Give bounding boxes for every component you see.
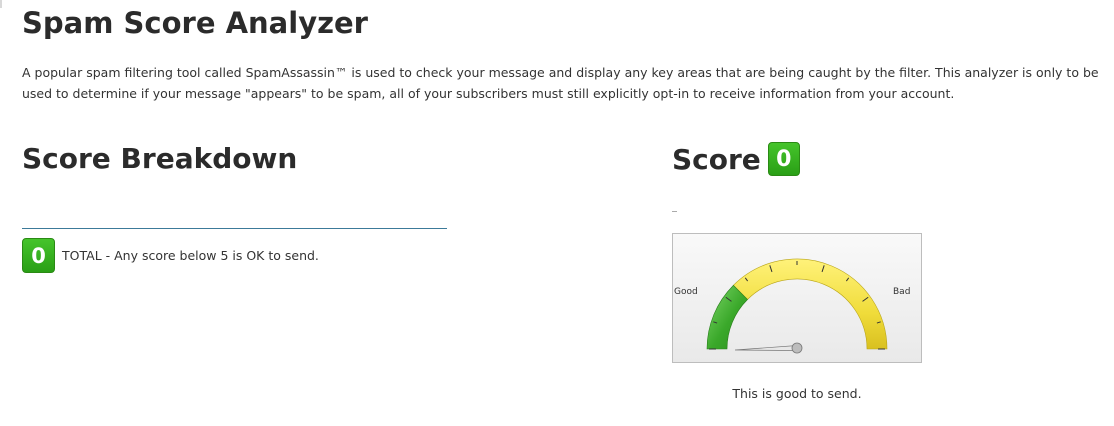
left-edge-mark <box>0 0 2 8</box>
score-heading: Score 0 <box>672 142 800 176</box>
gauge-bad-label: Bad <box>893 287 910 297</box>
total-score-badge: 0 <box>22 238 55 273</box>
total-row: 0 TOTAL - Any score below 5 is OK to sen… <box>22 238 319 273</box>
score-heading-label: Score <box>672 142 761 176</box>
gauge-svg: Good Bad <box>674 258 910 354</box>
gauge-good-band <box>706 284 748 350</box>
gauge-good-label: Good <box>674 287 698 297</box>
gauge-bad-band <box>732 258 888 350</box>
gauge-needle <box>734 342 803 354</box>
spam-score-gauge: Good Bad <box>672 233 922 363</box>
breakdown-divider <box>22 228 447 229</box>
score-badge: 0 <box>767 142 800 176</box>
total-description: TOTAL - Any score below 5 is OK to send. <box>62 248 319 263</box>
score-breakdown-heading: Score Breakdown <box>22 142 298 175</box>
intro-paragraph: A popular spam filtering tool called Spa… <box>22 65 1099 101</box>
page-title: Spam Score Analyzer <box>22 6 368 40</box>
tiny-tick-mark <box>672 211 677 212</box>
score-caption: This is good to send. <box>732 386 862 401</box>
